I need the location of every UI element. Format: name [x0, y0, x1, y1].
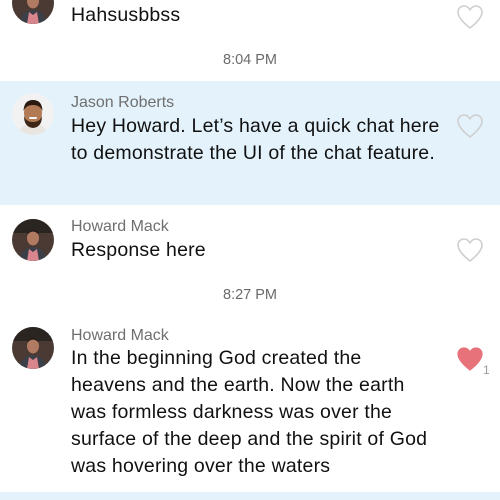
message-row: Howard Mack In the beginning God created… [0, 315, 500, 492]
message-text: Hey Howard. Let’s have a quick chat here… [71, 115, 440, 164]
heart-icon[interactable] [456, 237, 484, 263]
message-row: Hahsusbbss [0, 0, 500, 52]
howard-avatar-icon[interactable] [12, 0, 54, 24]
message-row: Jason Roberts Hey Howard. Let’s have a q… [0, 81, 500, 205]
message-row: Howard Mack Response here [0, 205, 500, 285]
message-row [0, 492, 500, 500]
howard-avatar-icon[interactable] [12, 219, 54, 261]
message-text: Response here [71, 239, 206, 261]
heart-icon[interactable] [456, 113, 484, 139]
heart-icon[interactable] [456, 4, 484, 30]
message-text: In the beginning God created the heavens… [71, 347, 428, 477]
like-count: 1 [483, 363, 490, 377]
sender-name: Jason Roberts [71, 94, 175, 111]
howard-avatar-icon[interactable] [12, 327, 54, 369]
message-text: Hahsusbbss [71, 4, 181, 26]
heart-filled-icon[interactable] [456, 346, 484, 372]
timestamp: 8:27 PM [223, 287, 277, 303]
jason-avatar-icon[interactable] [12, 93, 54, 135]
sender-name: Howard Mack [71, 218, 169, 235]
timestamp: 8:04 PM [223, 52, 277, 68]
sender-name: Howard Mack [71, 327, 169, 344]
